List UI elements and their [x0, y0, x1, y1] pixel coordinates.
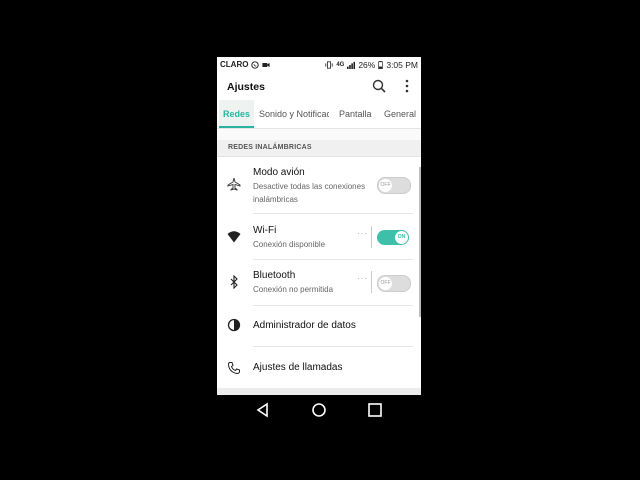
search-icon[interactable]: [372, 79, 386, 93]
list-item-data-manager[interactable]: Administrador de datos: [217, 305, 421, 347]
section-header: REDES INALÁMBRICAS: [217, 140, 421, 157]
bluetooth-toggle[interactable]: OFF: [377, 275, 411, 292]
wifi-toggle[interactable]: ON: [377, 230, 409, 245]
item-title: Wi-Fi: [253, 225, 277, 236]
signal-icon: [347, 61, 356, 69]
phone-screen: CLARO 4G 26% 3:05 PM Ajustes Redes Sonid…: [217, 57, 421, 395]
status-bar: CLARO 4G 26% 3:05 PM: [217, 57, 421, 73]
list-item-airplane[interactable]: Modo avión Desactive todas las conexione…: [217, 157, 421, 214]
more-vert-icon[interactable]: [402, 79, 412, 93]
toggle-knob: ON: [395, 231, 408, 244]
toggle-knob: OFF: [379, 277, 392, 290]
tab-pantalla[interactable]: Pantalla: [339, 100, 379, 128]
tab-sonido[interactable]: Sonido y Notificaciones: [259, 100, 329, 128]
toggle-knob: OFF: [379, 179, 392, 192]
list-item-wifi[interactable]: Wi-Fi Conexión disponible ··· ON: [217, 214, 421, 260]
battery-percent: 26%: [358, 60, 376, 70]
battery-icon: [378, 61, 384, 69]
item-subtitle: Conexión no permitida: [253, 285, 334, 294]
clock: 3:05 PM: [386, 60, 418, 70]
vertical-separator: [371, 226, 372, 248]
airplane-toggle[interactable]: OFF: [377, 177, 411, 194]
recents-icon[interactable]: [367, 402, 383, 418]
tab-bar: Redes Sonido y Notificaciones Pantalla G…: [217, 100, 421, 129]
carrier-name: CLARO: [220, 60, 249, 69]
wifi-icon: [227, 231, 241, 243]
page-title: Ajustes: [227, 81, 265, 93]
item-title: Modo avión: [253, 167, 305, 178]
item-subtitle: Desactive todas las conexiones inalámbri…: [253, 182, 366, 204]
scrollbar[interactable]: [419, 167, 421, 317]
network-type: 4G: [336, 62, 345, 68]
vertical-separator: [371, 271, 372, 293]
app-bar: Ajustes: [217, 73, 421, 100]
item-title: Ajustes de llamadas: [253, 362, 343, 373]
list-item-bluetooth[interactable]: Bluetooth Conexión no permitida ··· OFF: [217, 259, 421, 306]
section-title: REDES INALÁMBRICAS: [228, 144, 312, 151]
more-options-icon[interactable]: ···: [357, 274, 368, 283]
whatsapp-icon: [251, 60, 260, 69]
tab-redes[interactable]: Redes: [219, 100, 254, 128]
list-footer-divider: [217, 388, 421, 395]
airplane-icon: [227, 177, 241, 191]
bluetooth-icon: [230, 275, 238, 289]
vibrate-icon: [325, 61, 333, 69]
back-icon[interactable]: [255, 402, 271, 418]
video-call-icon: [262, 62, 271, 67]
item-title: Bluetooth: [253, 270, 296, 281]
data-usage-icon: [227, 318, 241, 332]
item-title: Administrador de datos: [253, 320, 356, 331]
tab-general[interactable]: General: [384, 100, 421, 128]
list-item-call-settings[interactable]: Ajustes de llamadas: [217, 346, 421, 388]
phone-icon: [227, 362, 240, 375]
home-icon[interactable]: [311, 402, 327, 418]
more-options-icon[interactable]: ···: [357, 229, 368, 238]
item-subtitle: Conexión disponible: [253, 240, 326, 249]
navigation-bar: [217, 395, 421, 425]
settings-list: Modo avión Desactive todas las conexione…: [217, 157, 421, 395]
